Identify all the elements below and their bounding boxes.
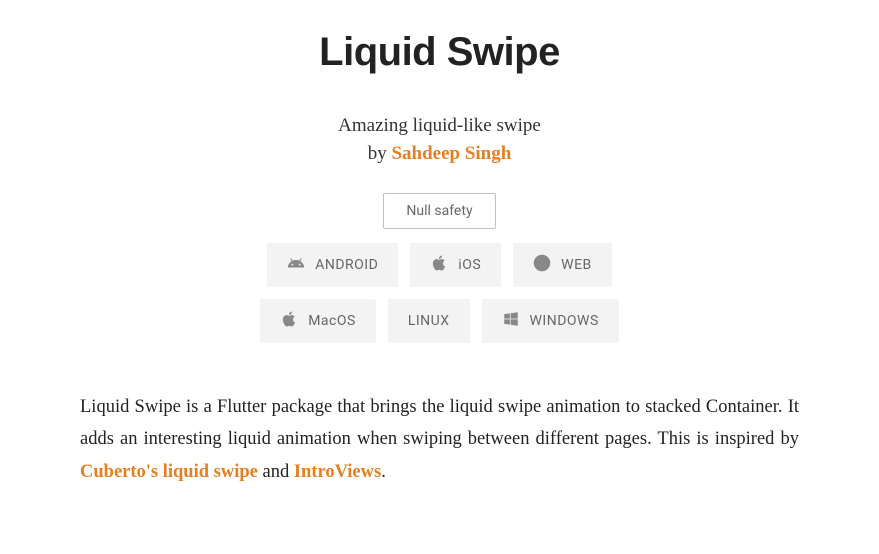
platform-label: WEB [561, 257, 592, 273]
apple-icon [280, 310, 298, 332]
description-text: Liquid Swipe is a Flutter package that b… [80, 397, 799, 449]
platform-label: iOS [458, 257, 481, 273]
android-icon [287, 254, 305, 276]
null-safety-badge[interactable]: Null safety [383, 193, 495, 229]
byline-prefix: by [368, 143, 392, 164]
apple-icon [430, 254, 448, 276]
platform-badge-android[interactable]: ANDROID [267, 243, 398, 287]
platform-badge-windows[interactable]: WINDOWS [482, 299, 619, 343]
platform-badge-linux[interactable]: LINUX [388, 299, 470, 343]
platform-label: MacOS [308, 313, 356, 329]
platform-label: WINDOWS [530, 313, 599, 329]
platform-label: LINUX [408, 313, 450, 329]
platform-badge-macos[interactable]: MacOS [260, 299, 376, 343]
platform-row-2: MacOS LINUX WINDOWS [80, 299, 799, 343]
platform-badge-ios[interactable]: iOS [410, 243, 501, 287]
cuberto-link[interactable]: Cuberto's liquid swipe [80, 462, 258, 482]
description-text: . [381, 462, 386, 482]
page-title: Liquid Swipe [80, 30, 799, 75]
author-link[interactable]: Sahdeep Singh [391, 143, 511, 164]
subtitle: Amazing liquid-like swipe [80, 115, 799, 137]
description: Liquid Swipe is a Flutter package that b… [80, 391, 799, 488]
byline: by Sahdeep Singh [80, 143, 799, 165]
introviews-link[interactable]: IntroViews [294, 462, 381, 482]
platform-label: ANDROID [315, 257, 378, 273]
description-text: and [258, 462, 294, 482]
platform-badge-web[interactable]: WEB [513, 243, 612, 287]
globe-icon [533, 254, 551, 276]
windows-icon [502, 310, 520, 332]
platform-row-1: ANDROID iOS WEB [80, 243, 799, 287]
